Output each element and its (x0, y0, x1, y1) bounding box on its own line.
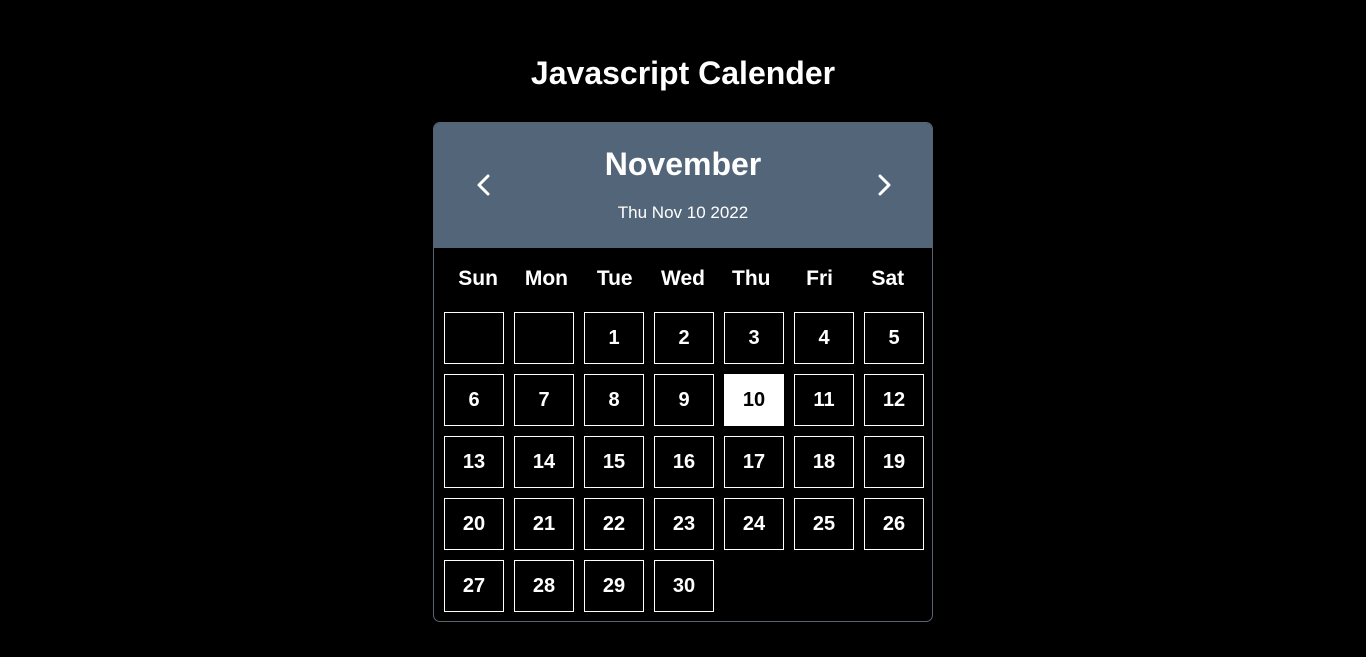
day-cell[interactable]: 11 (794, 374, 854, 426)
day-cell[interactable]: 17 (724, 436, 784, 488)
day-cell[interactable]: 29 (584, 560, 644, 612)
month-name: November (604, 146, 762, 182)
day-cell[interactable]: 19 (864, 436, 924, 488)
day-cell[interactable]: 27 (444, 560, 504, 612)
day-cell[interactable]: 22 (584, 498, 644, 550)
day-cell[interactable]: 21 (514, 498, 574, 550)
day-cell[interactable]: 28 (514, 560, 574, 612)
weekday-label: Sat (871, 267, 905, 290)
day-cell[interactable]: 12 (864, 374, 924, 426)
day-cell[interactable]: 30 (654, 560, 714, 612)
day-cell[interactable]: 23 (654, 498, 714, 550)
weekday-label: Fri (806, 267, 833, 290)
today-day-cell[interactable]: 10 (724, 374, 784, 426)
day-cell[interactable]: 5 (864, 312, 924, 364)
day-cell[interactable]: 3 (724, 312, 784, 364)
chevron-right-icon (878, 174, 891, 196)
day-cell[interactable]: 8 (584, 374, 644, 426)
day-cell[interactable]: 24 (724, 498, 784, 550)
empty-day-cell (444, 312, 504, 364)
day-cell[interactable]: 1 (584, 312, 644, 364)
calendar-header: November Thu Nov 10 2022 (434, 123, 932, 248)
day-cell[interactable]: 16 (654, 436, 714, 488)
empty-day-cell (514, 312, 574, 364)
weekday-label: Wed (661, 267, 705, 290)
day-cell[interactable]: 18 (794, 436, 854, 488)
calendar: November Thu Nov 10 2022 Sun Mon Tue Wed Thu… (433, 122, 933, 622)
day-cell[interactable]: 7 (514, 374, 574, 426)
day-cell[interactable]: 26 (864, 498, 924, 550)
weekday-label: Thu (732, 267, 771, 290)
day-cell[interactable]: 2 (654, 312, 714, 364)
day-cell[interactable]: 9 (654, 374, 714, 426)
page-title: Javascript Calender (530, 55, 836, 91)
day-cell[interactable]: 4 (794, 312, 854, 364)
day-cell[interactable]: 13 (444, 436, 504, 488)
current-date: Thu Nov 10 2022 (617, 203, 749, 222)
day-cell[interactable]: 25 (794, 498, 854, 550)
days-grid: 1 2 3 4 5 6 7 8 9 10 11 12 13 14 15 16 17 18 19 20 21 22 23 24 2… (444, 312, 924, 612)
weekday-label: Sun (458, 267, 498, 290)
weekday-header: Sun Mon Tue Wed Thu Fri Sat (444, 248, 922, 310)
weekday-label: Mon (524, 267, 568, 290)
weekday-label: Tue (596, 267, 633, 290)
day-cell[interactable]: 6 (444, 374, 504, 426)
next-month-button[interactable] (870, 171, 898, 199)
day-cell[interactable]: 20 (444, 498, 504, 550)
day-cell[interactable]: 14 (514, 436, 574, 488)
day-cell[interactable]: 15 (584, 436, 644, 488)
